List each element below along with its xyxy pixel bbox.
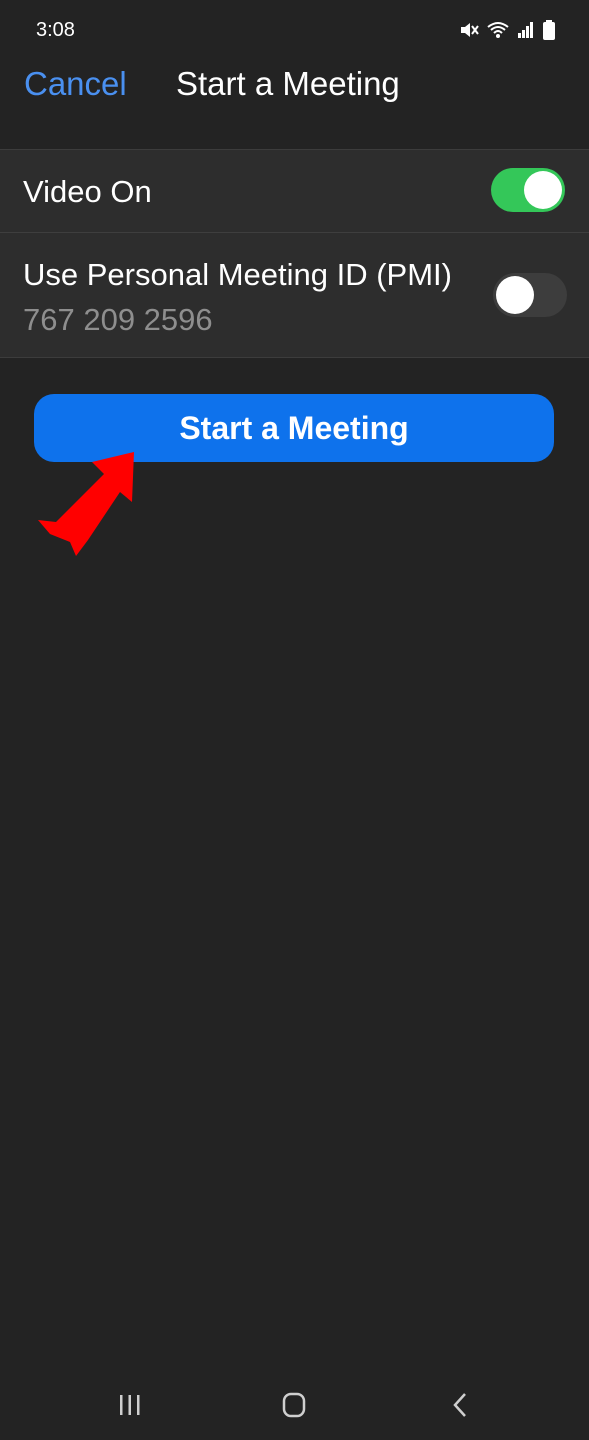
signal-icon (517, 21, 535, 39)
pmi-meeting-id: 767 209 2596 (23, 302, 213, 337)
start-meeting-label: Start a Meeting (179, 409, 409, 446)
red-arrow-icon (36, 452, 140, 558)
toggle-knob (496, 276, 534, 314)
status-time: 3:08 (36, 19, 75, 41)
video-on-label: Video On (23, 174, 152, 209)
back-icon[interactable] (440, 1388, 480, 1422)
mute-icon (459, 20, 479, 40)
header: Cancel Start a Meeting (0, 62, 589, 122)
recent-apps-icon[interactable] (110, 1388, 150, 1422)
home-icon[interactable] (274, 1388, 314, 1422)
nav-bar (0, 1370, 589, 1440)
status-bar: 3:08 (0, 0, 589, 62)
pmi-label: Use Personal Meeting ID (PMI) (23, 257, 452, 292)
video-on-row[interactable]: Video On (0, 150, 589, 233)
wifi-icon (487, 21, 509, 39)
cancel-button[interactable]: Cancel (24, 62, 127, 106)
pmi-row[interactable]: Use Personal Meeting ID (PMI) 767 209 25… (0, 233, 589, 357)
pmi-toggle[interactable] (493, 273, 567, 317)
toggle-knob (524, 171, 562, 209)
video-on-toggle[interactable] (491, 168, 565, 212)
battery-icon (543, 20, 555, 40)
page-title: Start a Meeting (176, 65, 400, 102)
meeting-settings: Video On Use Personal Meeting ID (PMI) 7… (0, 149, 589, 358)
status-icons (459, 20, 555, 40)
